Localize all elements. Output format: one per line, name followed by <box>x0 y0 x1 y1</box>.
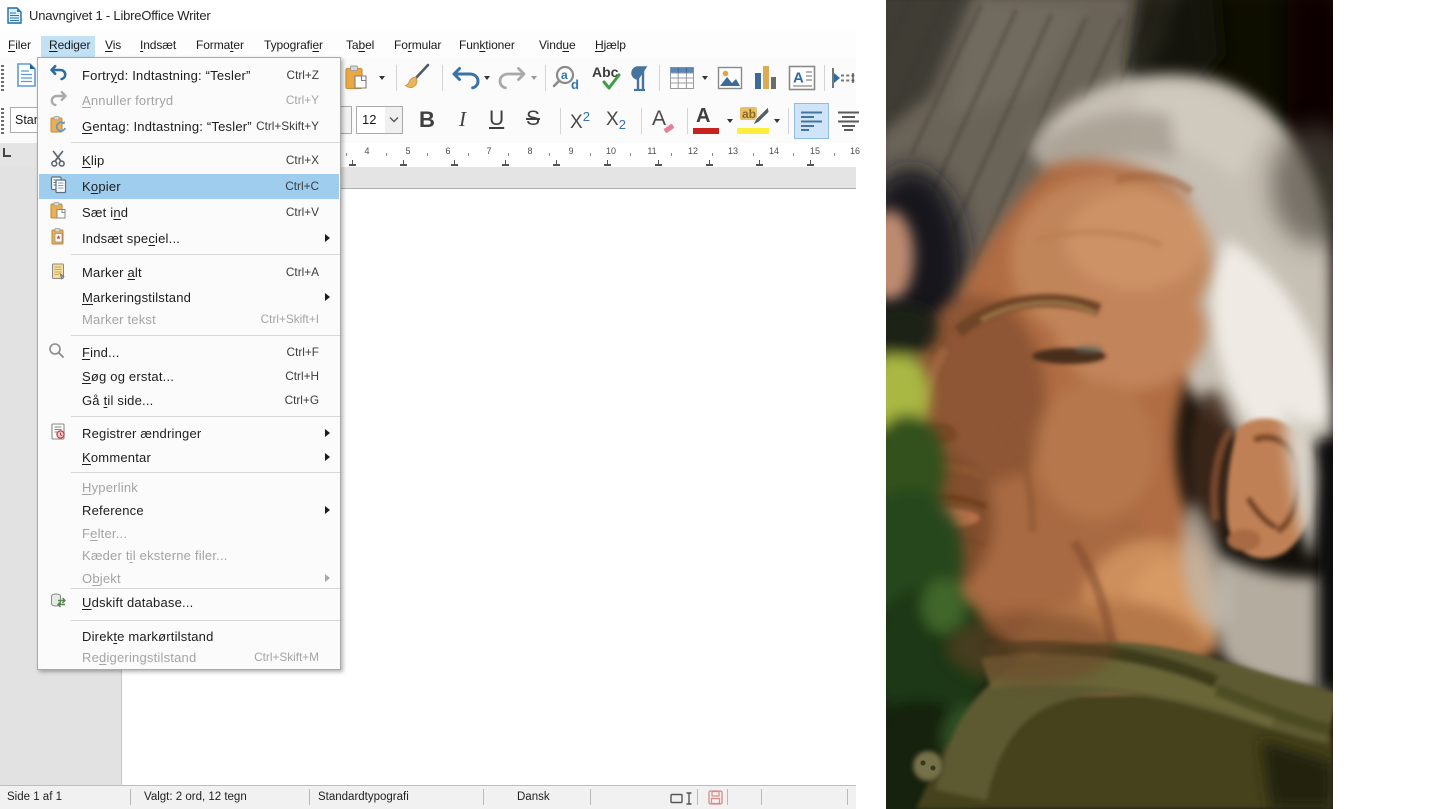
svg-text:Abc: Abc <box>592 64 619 80</box>
svg-text:a: a <box>561 68 568 82</box>
svg-text:A: A <box>793 70 804 87</box>
svg-text:ab: ab <box>742 107 756 121</box>
svg-text:d: d <box>571 77 579 92</box>
